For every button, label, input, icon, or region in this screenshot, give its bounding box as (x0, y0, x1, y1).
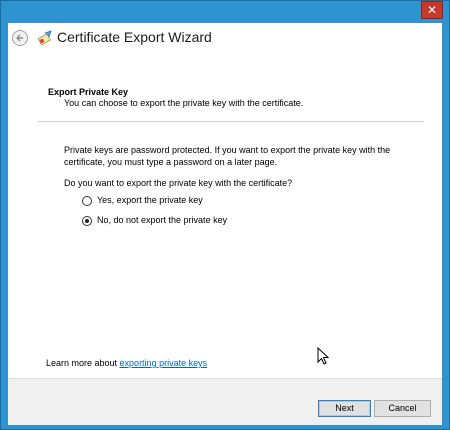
close-button[interactable]: ✕ (421, 1, 443, 19)
radio-selected-dot (85, 219, 89, 223)
section-title: Export Private Key (48, 87, 129, 97)
learn-more-link[interactable]: exporting private keys (120, 358, 208, 368)
wizard-client-area: Certificate Export Wizard Export Private… (8, 23, 442, 425)
question-text: Do you want to export the private key wi… (64, 178, 293, 188)
wizard-footer: Next Cancel (8, 378, 442, 425)
back-button[interactable] (12, 30, 28, 46)
cancel-button[interactable]: Cancel (374, 400, 431, 417)
wizard-page: Export Private Key You can choose to exp… (8, 55, 442, 378)
radio-label-no[interactable]: No, do not export the private key (97, 215, 227, 225)
radio-button-no[interactable] (82, 216, 92, 226)
certificate-icon (37, 30, 52, 46)
back-arrow-icon (16, 34, 23, 42)
mouse-cursor-icon (317, 347, 329, 365)
radio-button-yes[interactable] (82, 196, 92, 206)
wizard-window: ✕ Certificate Export Wizard Export Priva… (0, 0, 450, 430)
description-text: Private keys are password protected. If … (64, 145, 391, 167)
wizard-header: Certificate Export Wizard (8, 23, 442, 55)
next-button[interactable]: Next (318, 400, 371, 417)
header-separator (38, 121, 424, 122)
learn-more-prefix: Learn more about (46, 358, 120, 368)
radio-label-yes[interactable]: Yes, export the private key (97, 195, 203, 205)
wizard-title: Certificate Export Wizard (57, 29, 212, 45)
learn-more-text: Learn more about exporting private keys (46, 358, 207, 368)
section-subtitle: You can choose to export the private key… (64, 98, 304, 108)
title-bar: ✕ (1, 1, 449, 23)
